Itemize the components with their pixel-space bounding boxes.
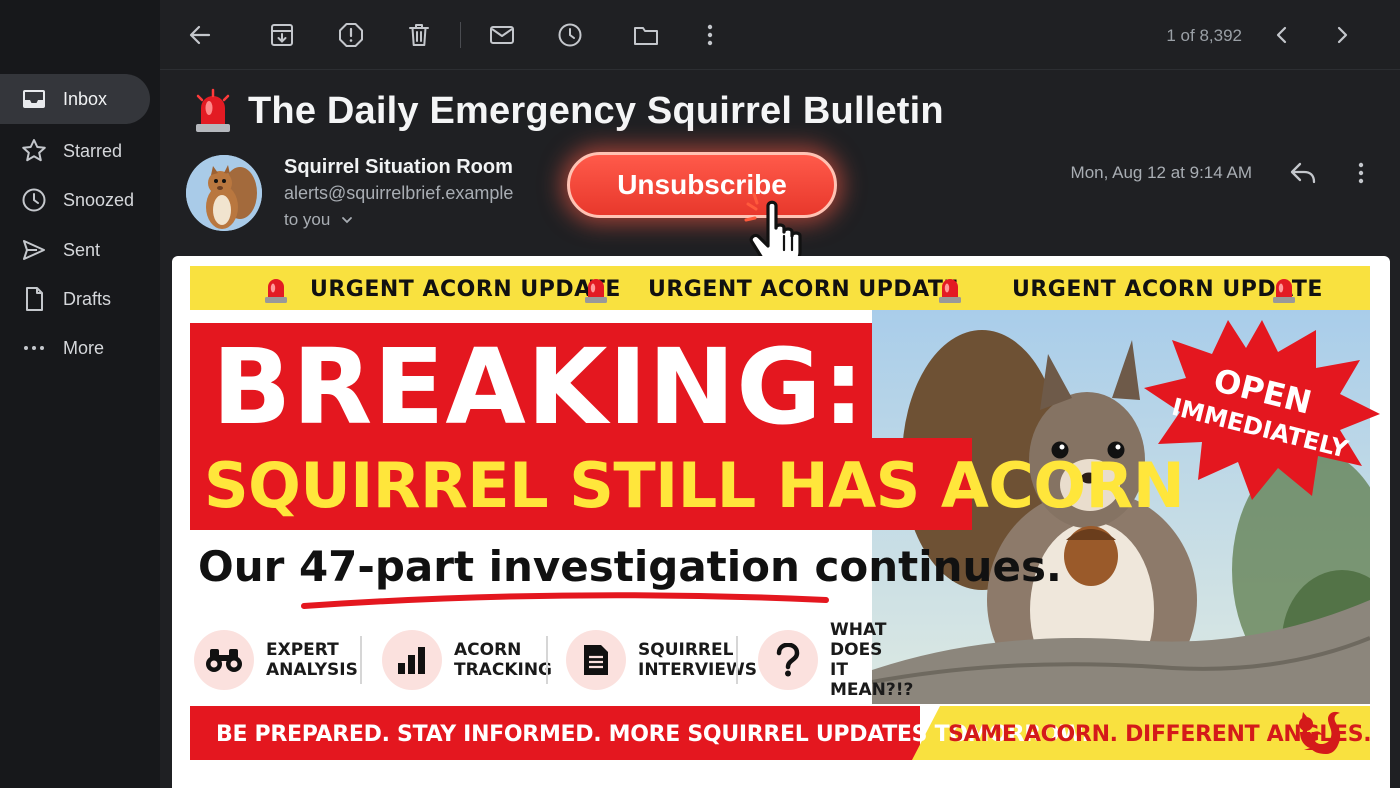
delete-icon — [409, 24, 429, 46]
star-icon — [20, 137, 48, 165]
mark-unread-button[interactable] — [484, 17, 520, 53]
feature-divider — [360, 636, 362, 684]
ticker-text: URGENT ACORN UPDATE — [648, 277, 959, 302]
report-spam-button[interactable] — [333, 17, 369, 53]
snooze-button[interactable] — [552, 17, 588, 53]
document-icon — [566, 630, 626, 690]
sidebar-item-inbox[interactable]: Inbox — [0, 74, 150, 124]
back-arrow-icon — [189, 25, 211, 45]
question-icon — [758, 630, 818, 690]
more-horiz-icon — [20, 334, 48, 362]
chevron-right-icon — [1337, 26, 1348, 44]
feature-label: SQUIRREL INTERVIEWS — [638, 640, 757, 680]
sidebar-item-more[interactable]: More — [0, 323, 150, 373]
recipient-label: to you — [284, 210, 331, 229]
sender-avatar[interactable] — [186, 155, 262, 231]
feature-expert-analysis: EXPERT ANALYSIS — [194, 628, 366, 692]
open-immediately-badge: OPEN IMMEDIATELY — [1144, 320, 1380, 500]
headline: BREAKING: — [212, 326, 866, 448]
archive-button[interactable] — [264, 17, 300, 53]
mark-unread-icon — [490, 26, 514, 44]
more-actions-button[interactable] — [692, 17, 728, 53]
subheadline: SQUIRREL STILL HAS ACORN — [204, 449, 1185, 522]
ticker-text: URGENT ACORN UPDATE — [310, 277, 621, 302]
sidebar-item-label: Starred — [63, 140, 123, 161]
feature-squirrel-interviews: SQUIRREL INTERVIEWS — [566, 628, 757, 692]
sidebar-item-snoozed[interactable]: Snoozed — [0, 175, 150, 225]
newer-button[interactable] — [1264, 17, 1300, 53]
delete-button[interactable] — [401, 17, 437, 53]
email-subject: The Daily Emergency Squirrel Bulletin — [248, 89, 944, 132]
message-date: Mon, Aug 12 at 9:14 AM — [1070, 163, 1252, 182]
feature-divider — [736, 636, 738, 684]
sender-name: Squirrel Situation Room — [284, 156, 513, 178]
brush-underline — [301, 592, 829, 609]
binoculars-icon — [194, 630, 254, 690]
squirrel-logo-icon — [1299, 711, 1341, 754]
report-spam-icon — [339, 23, 363, 47]
sidebar-item-label: Sent — [63, 239, 101, 260]
sidebar-item-starred[interactable]: Starred — [0, 126, 150, 176]
siren-icon — [265, 279, 287, 303]
recipient-details-toggle[interactable]: to you — [284, 210, 354, 230]
sidebar-item-label: More — [63, 337, 105, 358]
older-button[interactable] — [1324, 17, 1360, 53]
feature-label: EXPERT ANALYSIS — [266, 640, 358, 680]
siren-icon — [585, 279, 607, 303]
clock-icon — [20, 186, 48, 214]
reply-button[interactable] — [1286, 156, 1320, 190]
message-toolbar: 1 of 8,392 — [160, 0, 1400, 70]
sidebar-item-drafts[interactable]: Drafts — [0, 274, 150, 324]
inbox-icon — [20, 85, 48, 113]
chevron-down-icon — [342, 217, 353, 224]
chevron-left-icon — [1276, 26, 1287, 44]
reply-icon — [1290, 162, 1316, 184]
sender-email: alerts@squirrelbrief.example — [284, 183, 514, 203]
message-more-button[interactable] — [1344, 156, 1378, 190]
feature-what-does-it-mean: WHAT DOES IT MEAN?!? — [758, 620, 930, 700]
send-icon — [20, 236, 48, 264]
snooze-icon — [558, 23, 582, 47]
more-vert-icon — [1358, 162, 1364, 184]
draft-icon — [20, 285, 48, 313]
email-body: URGENT ACORN UPDATE URGENT ACORN UPDATE … — [172, 256, 1390, 788]
bar-chart-icon — [382, 630, 442, 690]
more-vert-icon — [707, 24, 713, 46]
archive-icon — [271, 24, 293, 46]
sidebar-item-label: Snoozed — [63, 189, 135, 210]
pagination-count: 1 of 8,392 — [1166, 26, 1242, 45]
sidebar-item-sent[interactable]: Sent — [0, 225, 150, 275]
sidebar-item-label: Drafts — [63, 288, 112, 309]
feature-label: ACORN TRACKING — [454, 640, 552, 680]
move-to-button[interactable] — [628, 17, 664, 53]
toolbar-divider — [460, 22, 461, 48]
sidebar: Inbox Starred Snoozed Sent Drafts More — [0, 0, 160, 788]
move-to-folder-icon — [634, 27, 658, 45]
subject-row: The Daily Emergency Squirrel Bulletin — [192, 86, 944, 136]
back-button[interactable] — [182, 17, 218, 53]
siren-emoji-icon — [196, 88, 230, 132]
feature-label: WHAT DOES IT MEAN?!? — [830, 620, 914, 700]
siren-icon — [1273, 279, 1295, 303]
feature-acorn-tracking: ACORN TRACKING — [382, 628, 554, 692]
feature-divider — [546, 636, 548, 684]
tagline: Our 47-part investigation continues. — [198, 542, 1062, 591]
siren-icon — [939, 279, 961, 303]
sidebar-item-label: Inbox — [63, 88, 108, 109]
urgent-ticker: URGENT ACORN UPDATE URGENT ACORN UPDATE … — [190, 266, 1370, 310]
